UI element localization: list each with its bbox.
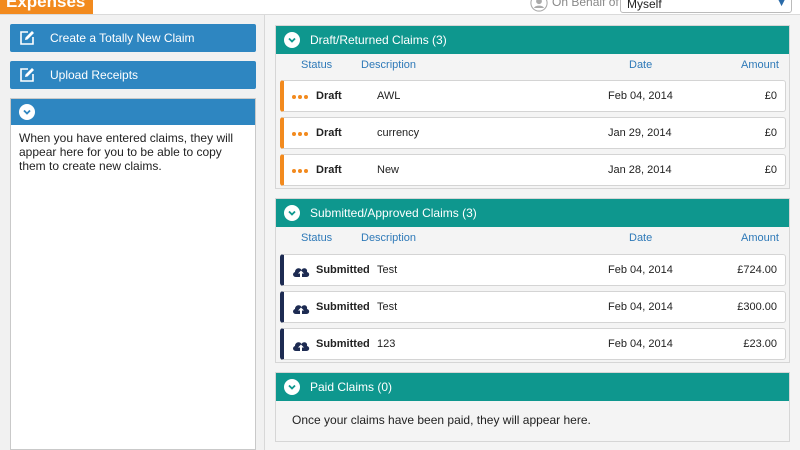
edit-icon: [20, 68, 34, 82]
claims-area: Draft/Returned Claims (3) Status Descrip…: [265, 15, 800, 450]
column-amount: Amount: [741, 59, 779, 71]
app-tab-label: Expenses: [6, 0, 86, 11]
claim-date: Feb 04, 2014: [608, 264, 673, 276]
claim-amount: £0: [764, 127, 777, 139]
chevron-down-icon: [19, 104, 35, 120]
draft-column-headers: Status Description Date Amount: [276, 54, 789, 76]
submitted-claims-section: Submitted/Approved Claims (3) Status Des…: [275, 198, 790, 363]
column-date: Date: [629, 232, 653, 244]
column-status: Status: [301, 59, 333, 71]
column-date: Date: [629, 59, 653, 71]
copy-claims-panel-header[interactable]: [11, 99, 255, 125]
upload-receipts-label: Upload Receipts: [50, 68, 139, 82]
claim-date: Feb 04, 2014: [608, 338, 673, 350]
paid-claims-message: Once your claims have been paid, they wi…: [292, 413, 591, 427]
draft-claims-title: Draft/Returned Claims (3): [310, 33, 447, 47]
column-status: Status: [301, 232, 333, 244]
draft-claims-header[interactable]: Draft/Returned Claims (3): [276, 26, 789, 54]
draft-claim-row[interactable]: Draft AWL Feb 04, 2014 £0: [280, 80, 786, 112]
cloud-upload-icon: [293, 342, 310, 351]
app-tab-expenses[interactable]: Expenses: [0, 0, 93, 14]
on-behalf-select[interactable]: Myself ▼: [620, 0, 792, 13]
create-claim-label: Create a Totally New Claim: [50, 31, 195, 45]
claim-description: currency: [377, 127, 420, 139]
submitted-claim-row[interactable]: Submitted Test Feb 04, 2014 £724.00: [280, 254, 786, 286]
draft-claim-row[interactable]: Draft New Jan 28, 2014 £0: [280, 154, 786, 186]
dots-icon: [292, 132, 308, 136]
claim-amount: £0: [764, 90, 777, 102]
submitted-claim-row[interactable]: Submitted Test Feb 04, 2014 £300.00: [280, 291, 786, 323]
paid-claims-header[interactable]: Paid Claims (0): [276, 373, 789, 401]
claim-status: Draft: [316, 90, 342, 102]
draft-claims-section: Draft/Returned Claims (3) Status Descrip…: [275, 25, 790, 189]
column-description: Description: [361, 59, 417, 71]
copy-claims-panel: When you have entered claims, they will …: [10, 98, 256, 450]
cloud-upload-icon: [293, 305, 310, 314]
chevron-down-icon: ▼: [776, 0, 787, 9]
upload-receipts-button[interactable]: Upload Receipts: [10, 61, 256, 89]
edit-icon: [20, 31, 34, 45]
claim-amount: £724.00: [737, 264, 777, 276]
claim-date: Jan 28, 2014: [608, 164, 672, 176]
dots-icon: [292, 95, 308, 99]
on-behalf-label: On Behalf of: [552, 0, 619, 9]
column-amount: Amount: [741, 232, 779, 244]
copy-claims-info-text: When you have entered claims, they will …: [19, 131, 234, 173]
submitted-column-headers: Status Description Date Amount: [276, 227, 789, 249]
claim-status: Draft: [316, 127, 342, 139]
create-claim-button[interactable]: Create a Totally New Claim: [10, 24, 256, 52]
claim-description: Test: [377, 264, 398, 276]
claim-amount: £23.00: [743, 338, 777, 350]
claim-date: Feb 04, 2014: [608, 90, 673, 102]
chevron-down-icon: [284, 205, 300, 221]
claim-description: New: [377, 164, 400, 176]
column-description: Description: [361, 232, 417, 244]
chevron-down-icon: [284, 32, 300, 48]
claim-status: Draft: [316, 164, 342, 176]
on-behalf-value: Myself: [627, 0, 662, 11]
claim-date: Jan 29, 2014: [608, 127, 672, 139]
claim-description: AWL: [377, 90, 401, 102]
claim-status: Submitted: [316, 301, 370, 313]
on-behalf-group: On Behalf of: [530, 0, 619, 14]
claim-description: 123: [377, 338, 396, 350]
submitted-claim-row[interactable]: Submitted 123 Feb 04, 2014 £23.00: [280, 328, 786, 360]
paid-claims-title: Paid Claims (0): [310, 380, 393, 394]
sidebar: Create a Totally New Claim Upload Receip…: [0, 15, 265, 450]
claim-amount: £0: [764, 164, 777, 176]
chevron-down-icon: [284, 379, 300, 395]
claim-date: Feb 04, 2014: [608, 301, 673, 313]
claim-description: Test: [377, 301, 398, 313]
claim-status: Submitted: [316, 338, 370, 350]
submitted-claims-header[interactable]: Submitted/Approved Claims (3): [276, 199, 789, 227]
submitted-claims-title: Submitted/Approved Claims (3): [310, 206, 477, 220]
cloud-upload-icon: [293, 268, 310, 277]
dots-icon: [292, 169, 308, 173]
paid-claims-section: Paid Claims (0) Once your claims have be…: [275, 372, 790, 442]
user-icon: [530, 0, 548, 12]
draft-claim-row[interactable]: Draft currency Jan 29, 2014 £0: [280, 117, 786, 149]
claim-status: Submitted: [316, 264, 370, 276]
claim-amount: £300.00: [737, 301, 777, 313]
